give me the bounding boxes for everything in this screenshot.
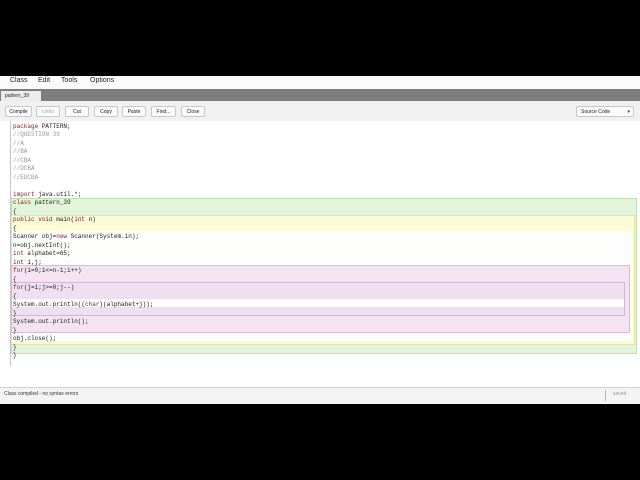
- menu-tools[interactable]: Tools: [61, 77, 77, 84]
- keyword-for: for: [13, 284, 24, 291]
- code-line: //A: [13, 140, 24, 147]
- code-line: public void main(int n): [13, 216, 96, 223]
- keyword-public: public: [13, 216, 35, 223]
- keyword-import: import: [13, 191, 35, 198]
- code-line: //EDCBA: [13, 174, 39, 181]
- find-button[interactable]: Find...: [151, 106, 176, 117]
- code-line: import java.util.*;: [13, 191, 82, 198]
- status-divider: [605, 390, 606, 401]
- code-line: class pattern_39: [13, 199, 71, 206]
- code-line: //CBA: [13, 157, 32, 164]
- tab-bar: pattern_39: [0, 89, 640, 101]
- code-line: for(j=i;j>=0;j--): [13, 284, 75, 291]
- compile-button[interactable]: Compile: [5, 106, 32, 117]
- copy-button[interactable]: Copy: [94, 106, 118, 117]
- code-line: //BA: [13, 148, 28, 155]
- menu-edit[interactable]: Edit: [38, 77, 50, 84]
- tab-pattern-39[interactable]: pattern_39: [1, 91, 41, 101]
- code-line: for(i=0;i<=n-1;i++): [13, 267, 82, 274]
- editor-gutter: [10, 121, 11, 366]
- status-message: Class compiled - no syntax errors: [4, 391, 79, 397]
- status-bar: Class compiled - no syntax errors saved: [0, 387, 640, 404]
- chevron-down-icon: ▾: [627, 109, 630, 115]
- saved-indicator: saved: [613, 391, 627, 397]
- close-button[interactable]: Close: [181, 106, 205, 117]
- undo-button[interactable]: Undo: [36, 106, 60, 117]
- view-select-value: Source Code: [581, 109, 611, 115]
- code-line: //QUESTION 39: [13, 131, 60, 138]
- code-line: {: [13, 293, 17, 300]
- code-line: }: [13, 344, 17, 351]
- keyword-new: new: [56, 233, 68, 240]
- keyword-package: package: [13, 123, 39, 130]
- keyword-void: void: [38, 216, 53, 223]
- view-select[interactable]: Source Code ▾: [576, 106, 634, 117]
- toolbar: Compile Undo Cut Copy Paste Find... Clos…: [0, 101, 640, 121]
- keyword-class: class: [13, 199, 32, 206]
- code-line: System.out.println((char)(alphabet+j));: [13, 301, 154, 308]
- code-line: }: [13, 310, 17, 317]
- keyword-int: int: [74, 216, 86, 223]
- code-line: {: [13, 225, 17, 232]
- code-line: int i,j;: [13, 259, 42, 266]
- code-line: }: [13, 352, 17, 359]
- paste-button[interactable]: Paste: [122, 106, 146, 117]
- menu-class[interactable]: Class: [10, 77, 28, 84]
- code-line: }: [13, 327, 17, 334]
- editor-window: Class Edit Tools Options pattern_39 Comp…: [0, 76, 640, 404]
- keyword-char: char: [85, 301, 100, 308]
- code-line: System.out.println();: [13, 318, 89, 325]
- code-line: {: [13, 276, 17, 283]
- code-editor[interactable]: package PATTERN; //QUESTION 39 //A //BA …: [0, 121, 640, 387]
- code-line: package PATTERN;: [13, 123, 71, 130]
- menu-bar: Class Edit Tools Options: [0, 76, 640, 89]
- keyword-int: int: [13, 259, 24, 266]
- keyword-for: for: [13, 267, 24, 274]
- code-line: Scanner obj=new Scanner(System.in);: [13, 233, 140, 240]
- cut-button[interactable]: Cut: [65, 106, 89, 117]
- menu-options[interactable]: Options: [90, 77, 114, 84]
- code-line: {: [13, 208, 17, 215]
- keyword-int: int: [13, 250, 24, 257]
- code-line: obj.close();: [13, 335, 57, 342]
- code-line: int alphabet=65;: [13, 250, 71, 257]
- code-line: n=obj.nextInt();: [13, 242, 71, 249]
- code-line: //DCBA: [13, 165, 35, 172]
